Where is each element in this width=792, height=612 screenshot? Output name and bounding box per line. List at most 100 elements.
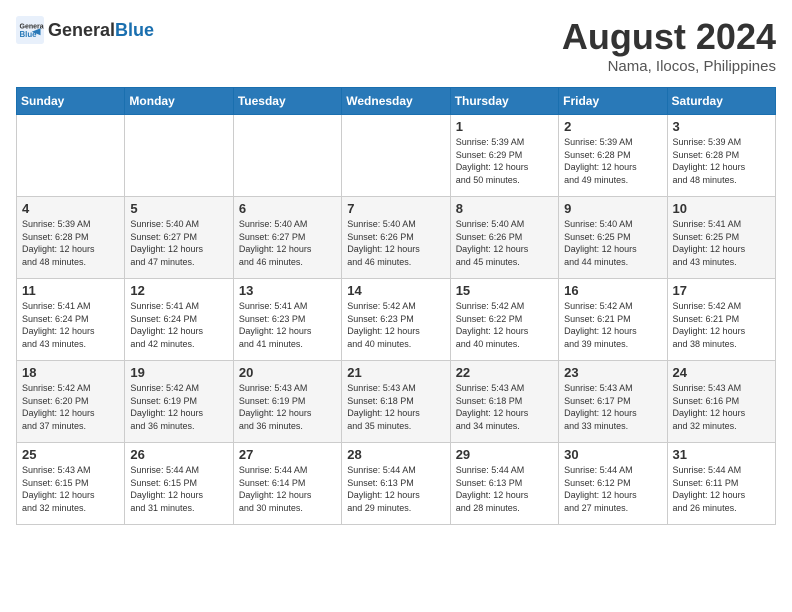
day-number: 23 [564,365,661,380]
calendar-cell: 23 Sunrise: 5:43 AM Sunset: 6:17 PM Dayli… [559,361,667,443]
cell-info: Sunrise: 5:40 AM Sunset: 6:27 PM Dayligh… [130,218,227,268]
day-number: 6 [239,201,336,216]
cell-info: Sunrise: 5:44 AM Sunset: 6:15 PM Dayligh… [130,464,227,514]
day-number: 11 [22,283,119,298]
day-number: 8 [456,201,553,216]
calendar-cell: 12 Sunrise: 5:41 AM Sunset: 6:24 PM Dayli… [125,279,233,361]
calendar-cell: 25Sunrise: 5:43 AM Sunset: 6:15 PM Dayli… [17,443,125,525]
cell-info: Sunrise: 5:39 AM Sunset: 6:28 PM Dayligh… [673,136,770,186]
cell-info: Sunrise: 5:42 AM Sunset: 6:23 PM Dayligh… [347,300,444,350]
calendar-cell: 31Sunrise: 5:44 AM Sunset: 6:11 PM Dayli… [667,443,775,525]
week-row-1: 1 Sunrise: 5:39 AM Sunset: 6:29 PM Daylig… [17,115,776,197]
day-number: 12 [130,283,227,298]
day-number: 19 [130,365,227,380]
cell-info: Sunrise: 5:41 AM Sunset: 6:24 PM Dayligh… [130,300,227,350]
cell-info: Sunrise: 5:39 AM Sunset: 6:28 PM Dayligh… [564,136,661,186]
calendar-cell: 6 Sunrise: 5:40 AM Sunset: 6:27 PM Daylig… [233,197,341,279]
day-number: 15 [456,283,553,298]
logo-icon: General Blue [16,16,44,44]
main-title: August 2024 [562,16,776,58]
calendar-cell: 16Sunrise: 5:42 AM Sunset: 6:21 PM Dayli… [559,279,667,361]
day-number: 14 [347,283,444,298]
calendar-cell: 29Sunrise: 5:44 AM Sunset: 6:13 PM Dayli… [450,443,558,525]
cell-info: Sunrise: 5:44 AM Sunset: 6:14 PM Dayligh… [239,464,336,514]
calendar-cell: 4Sunrise: 5:39 AM Sunset: 6:28 PM Daylig… [17,197,125,279]
day-number: 13 [239,283,336,298]
cell-info: Sunrise: 5:44 AM Sunset: 6:12 PM Dayligh… [564,464,661,514]
day-number: 9 [564,201,661,216]
calendar-cell: 15 Sunrise: 5:42 AM Sunset: 6:22 PM Dayli… [450,279,558,361]
calendar-cell [233,115,341,197]
cell-info: Sunrise: 5:42 AM Sunset: 6:19 PM Dayligh… [130,382,227,432]
cell-info: Sunrise: 5:41 AM Sunset: 6:25 PM Dayligh… [673,218,770,268]
day-header-wednesday: Wednesday [342,88,450,115]
calendar-header-row: SundayMondayTuesdayWednesdayThursdayFrid… [17,88,776,115]
calendar-cell [342,115,450,197]
header: General Blue General Blue August 2024 Na… [16,16,776,75]
calendar-cell: 14 Sunrise: 5:42 AM Sunset: 6:23 PM Dayli… [342,279,450,361]
calendar-cell: 7 Sunrise: 5:40 AM Sunset: 6:26 PM Daylig… [342,197,450,279]
cell-info: Sunrise: 5:43 AM Sunset: 6:19 PM Dayligh… [239,382,336,432]
calendar-cell: 26Sunrise: 5:44 AM Sunset: 6:15 PM Dayli… [125,443,233,525]
svg-text:Blue: Blue [20,30,38,39]
calendar-cell: 10 Sunrise: 5:41 AM Sunset: 6:25 PM Dayli… [667,197,775,279]
calendar-cell: 19 Sunrise: 5:42 AM Sunset: 6:19 PM Dayli… [125,361,233,443]
calendar-cell [17,115,125,197]
calendar-cell: 13 Sunrise: 5:41 AM Sunset: 6:23 PM Dayli… [233,279,341,361]
calendar-cell: 17 Sunrise: 5:42 AM Sunset: 6:21 PM Dayli… [667,279,775,361]
cell-info: Sunrise: 5:42 AM Sunset: 6:20 PM Dayligh… [22,382,119,432]
day-number: 3 [673,119,770,134]
cell-info: Sunrise: 5:43 AM Sunset: 6:18 PM Dayligh… [456,382,553,432]
calendar-cell: 22 Sunrise: 5:43 AM Sunset: 6:18 PM Dayli… [450,361,558,443]
day-header-friday: Friday [559,88,667,115]
cell-info: Sunrise: 5:40 AM Sunset: 6:27 PM Dayligh… [239,218,336,268]
cell-info: Sunrise: 5:42 AM Sunset: 6:22 PM Dayligh… [456,300,553,350]
calendar-cell: 30 Sunrise: 5:44 AM Sunset: 6:12 PM Dayli… [559,443,667,525]
week-row-5: 25Sunrise: 5:43 AM Sunset: 6:15 PM Dayli… [17,443,776,525]
calendar-cell: 9Sunrise: 5:40 AM Sunset: 6:25 PM Daylig… [559,197,667,279]
cell-info: Sunrise: 5:39 AM Sunset: 6:29 PM Dayligh… [456,136,553,186]
cell-info: Sunrise: 5:44 AM Sunset: 6:11 PM Dayligh… [673,464,770,514]
cell-info: Sunrise: 5:40 AM Sunset: 6:26 PM Dayligh… [456,218,553,268]
day-number: 27 [239,447,336,462]
day-number: 10 [673,201,770,216]
calendar-cell: 3 Sunrise: 5:39 AM Sunset: 6:28 PM Daylig… [667,115,775,197]
calendar-table: SundayMondayTuesdayWednesdayThursdayFrid… [16,87,776,525]
day-number: 4 [22,201,119,216]
calendar-cell: 5Sunrise: 5:40 AM Sunset: 6:27 PM Daylig… [125,197,233,279]
calendar-cell: 27 Sunrise: 5:44 AM Sunset: 6:14 PM Dayli… [233,443,341,525]
day-header-thursday: Thursday [450,88,558,115]
day-number: 7 [347,201,444,216]
day-header-tuesday: Tuesday [233,88,341,115]
day-number: 28 [347,447,444,462]
subtitle: Nama, Ilocos, Philippines [562,58,776,75]
day-header-monday: Monday [125,88,233,115]
day-header-sunday: Sunday [17,88,125,115]
logo-blue-text: Blue [115,20,154,41]
cell-info: Sunrise: 5:43 AM Sunset: 6:15 PM Dayligh… [22,464,119,514]
day-number: 30 [564,447,661,462]
calendar-cell: 20Sunrise: 5:43 AM Sunset: 6:19 PM Dayli… [233,361,341,443]
logo: General Blue General Blue [16,16,154,44]
logo-general-text: General [48,20,115,41]
cell-info: Sunrise: 5:42 AM Sunset: 6:21 PM Dayligh… [564,300,661,350]
calendar-cell: 8 Sunrise: 5:40 AM Sunset: 6:26 PM Daylig… [450,197,558,279]
day-number: 1 [456,119,553,134]
day-number: 22 [456,365,553,380]
calendar-body: 1 Sunrise: 5:39 AM Sunset: 6:29 PM Daylig… [17,115,776,525]
calendar-cell: 1 Sunrise: 5:39 AM Sunset: 6:29 PM Daylig… [450,115,558,197]
cell-info: Sunrise: 5:43 AM Sunset: 6:17 PM Dayligh… [564,382,661,432]
cell-info: Sunrise: 5:41 AM Sunset: 6:24 PM Dayligh… [22,300,119,350]
day-number: 17 [673,283,770,298]
week-row-4: 18Sunrise: 5:42 AM Sunset: 6:20 PM Dayli… [17,361,776,443]
day-number: 29 [456,447,553,462]
cell-info: Sunrise: 5:42 AM Sunset: 6:21 PM Dayligh… [673,300,770,350]
cell-info: Sunrise: 5:43 AM Sunset: 6:18 PM Dayligh… [347,382,444,432]
cell-info: Sunrise: 5:40 AM Sunset: 6:26 PM Dayligh… [347,218,444,268]
calendar-cell: 2Sunrise: 5:39 AM Sunset: 6:28 PM Daylig… [559,115,667,197]
title-area: August 2024 Nama, Ilocos, Philippines [562,16,776,75]
day-header-saturday: Saturday [667,88,775,115]
cell-info: Sunrise: 5:41 AM Sunset: 6:23 PM Dayligh… [239,300,336,350]
cell-info: Sunrise: 5:44 AM Sunset: 6:13 PM Dayligh… [347,464,444,514]
calendar-cell: 18Sunrise: 5:42 AM Sunset: 6:20 PM Dayli… [17,361,125,443]
